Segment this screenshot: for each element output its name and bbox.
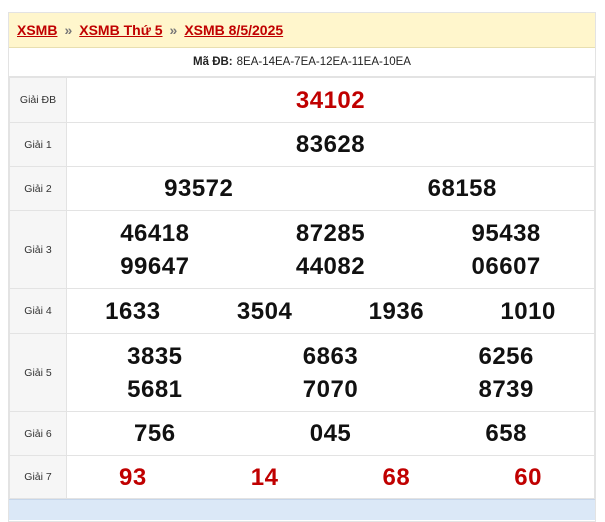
results-table: Giải ĐB 34102 Giải 1 83628 Giải 2 93572 …	[9, 77, 595, 499]
breadcrumb-link-date[interactable]: XSMB 8/5/2025	[184, 22, 283, 38]
breadcrumb-link-weekday[interactable]: XSMB Thứ 5	[79, 22, 162, 38]
prize-number: 6863	[302, 342, 359, 370]
prize-label: Giải 5	[9, 333, 67, 412]
prize-number: 3504	[236, 297, 293, 325]
prize-row-1: Giải 1 83628	[9, 122, 595, 167]
prize-row-7: Giải 7 93 14 68 60	[9, 455, 595, 499]
prize-number: 1936	[368, 297, 425, 325]
prize-number: 60	[514, 463, 542, 491]
prize-number: 6256	[478, 342, 534, 370]
prize-row-4: Giải 4 1633 3504 1936 1010	[9, 288, 595, 334]
prize-number: 44082	[295, 252, 366, 280]
prize-number: 99647	[120, 252, 190, 280]
prize-label: Giải 1	[9, 122, 67, 167]
prize-number: 93	[119, 463, 147, 491]
prize-number: 34102	[295, 86, 366, 114]
prize-row-3: Giải 3 46418 87285 95438 99647 44082 066…	[9, 210, 595, 289]
prize-number: 68	[382, 463, 411, 491]
prize-label: Giải ĐB	[9, 77, 67, 123]
prize-row-6: Giải 6 756 045 658	[9, 411, 595, 456]
breadcrumb: XSMB » XSMB Thứ 5 » XSMB 8/5/2025	[9, 13, 595, 48]
breadcrumb-link-xsmb[interactable]: XSMB	[17, 22, 57, 38]
special-code-value: 8EA-14EA-7EA-12EA-11EA-10EA	[236, 56, 411, 68]
results-panel: XSMB » XSMB Thứ 5 » XSMB 8/5/2025 Mã ĐB:…	[8, 12, 596, 522]
prize-number: 06607	[471, 252, 541, 280]
special-code-row: Mã ĐB: 8EA-14EA-7EA-12EA-11EA-10EA	[9, 48, 595, 77]
special-code-label: Mã ĐB:	[193, 56, 233, 68]
prize-label: Giải 7	[9, 455, 67, 499]
prize-number: 68158	[427, 175, 497, 202]
prize-label: Giải 2	[9, 166, 67, 211]
prize-number: 7070	[302, 375, 359, 403]
prize-number: 1010	[500, 297, 556, 325]
prize-number: 5681	[127, 375, 183, 403]
prize-number: 14	[250, 463, 279, 491]
prize-number: 3835	[127, 342, 183, 370]
prize-number: 1633	[105, 297, 161, 325]
prize-number: 95438	[471, 219, 541, 247]
prize-row-5: Giải 5 3835 6863 6256 5681 7070 8739	[9, 333, 595, 412]
prize-row-2: Giải 2 93572 68158	[9, 166, 595, 211]
prize-number: 87285	[295, 219, 366, 247]
breadcrumb-separator: »	[64, 22, 73, 38]
prize-number: 8739	[478, 375, 534, 403]
prize-number: 93572	[164, 175, 234, 202]
prize-label: Giải 3	[9, 210, 67, 289]
prize-number: 756	[134, 420, 176, 447]
prize-row-special: Giải ĐB 34102	[9, 77, 595, 123]
prize-number: 46418	[120, 219, 190, 247]
prize-number: 83628	[295, 131, 366, 158]
prize-label: Giải 4	[9, 288, 67, 334]
footer-bar	[9, 499, 595, 520]
prize-number: 658	[485, 420, 527, 447]
prize-number: 045	[309, 420, 352, 447]
breadcrumb-separator: »	[169, 22, 178, 38]
prize-label: Giải 6	[9, 411, 67, 456]
